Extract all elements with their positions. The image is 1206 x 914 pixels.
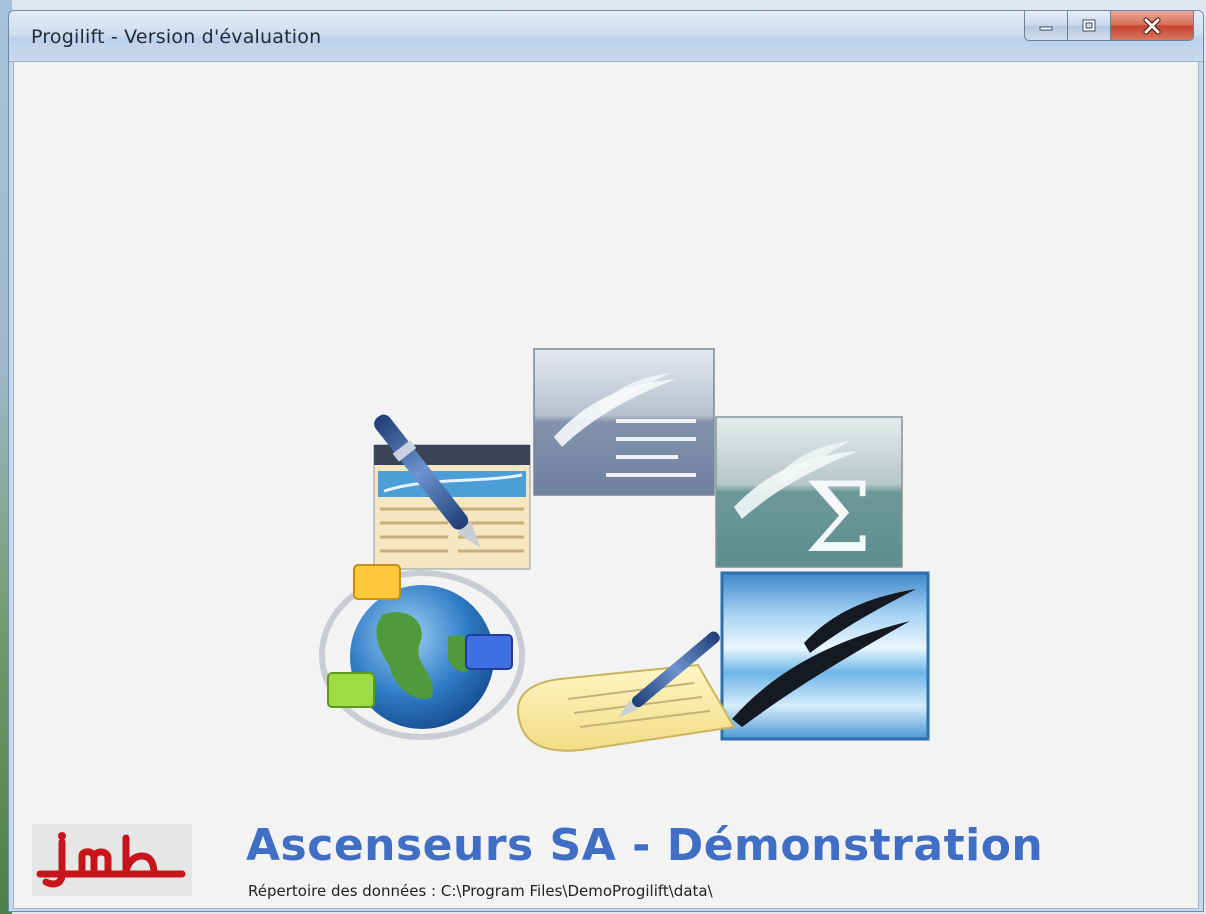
close-button[interactable] xyxy=(1110,11,1194,41)
svg-text:Σ: Σ xyxy=(804,462,872,574)
openoffice-gull-icon xyxy=(720,571,930,741)
writer-document-icon xyxy=(533,348,715,496)
window-title: Progilift - Version d'évaluation xyxy=(31,26,322,48)
network-globe-icon xyxy=(319,564,525,740)
jmb-logo-mark xyxy=(36,832,186,888)
application-window: Progilift - Version d'évaluation Σ Ascen… xyxy=(8,10,1204,912)
splash-content: Σ Ascenseurs SA - Démonstration Répertoi… xyxy=(13,61,1199,909)
close-icon xyxy=(1143,17,1161,34)
minimize-button[interactable] xyxy=(1024,11,1068,41)
company-heading: Ascenseurs SA - Démonstration xyxy=(246,820,1044,871)
office-suite-illustration: Σ xyxy=(319,348,930,752)
maximize-icon xyxy=(1082,19,1096,31)
maximize-button[interactable] xyxy=(1067,11,1111,41)
title-bar[interactable]: Progilift - Version d'évaluation xyxy=(9,11,1203,62)
jmb-logo xyxy=(32,824,192,896)
calc-spreadsheet-icon: Σ xyxy=(715,416,903,574)
data-directory-label: Répertoire des données : C:\Program File… xyxy=(248,882,713,900)
minimize-icon xyxy=(1039,26,1053,30)
form-pen-icon xyxy=(373,414,531,570)
notepad-pen-icon xyxy=(517,631,736,752)
